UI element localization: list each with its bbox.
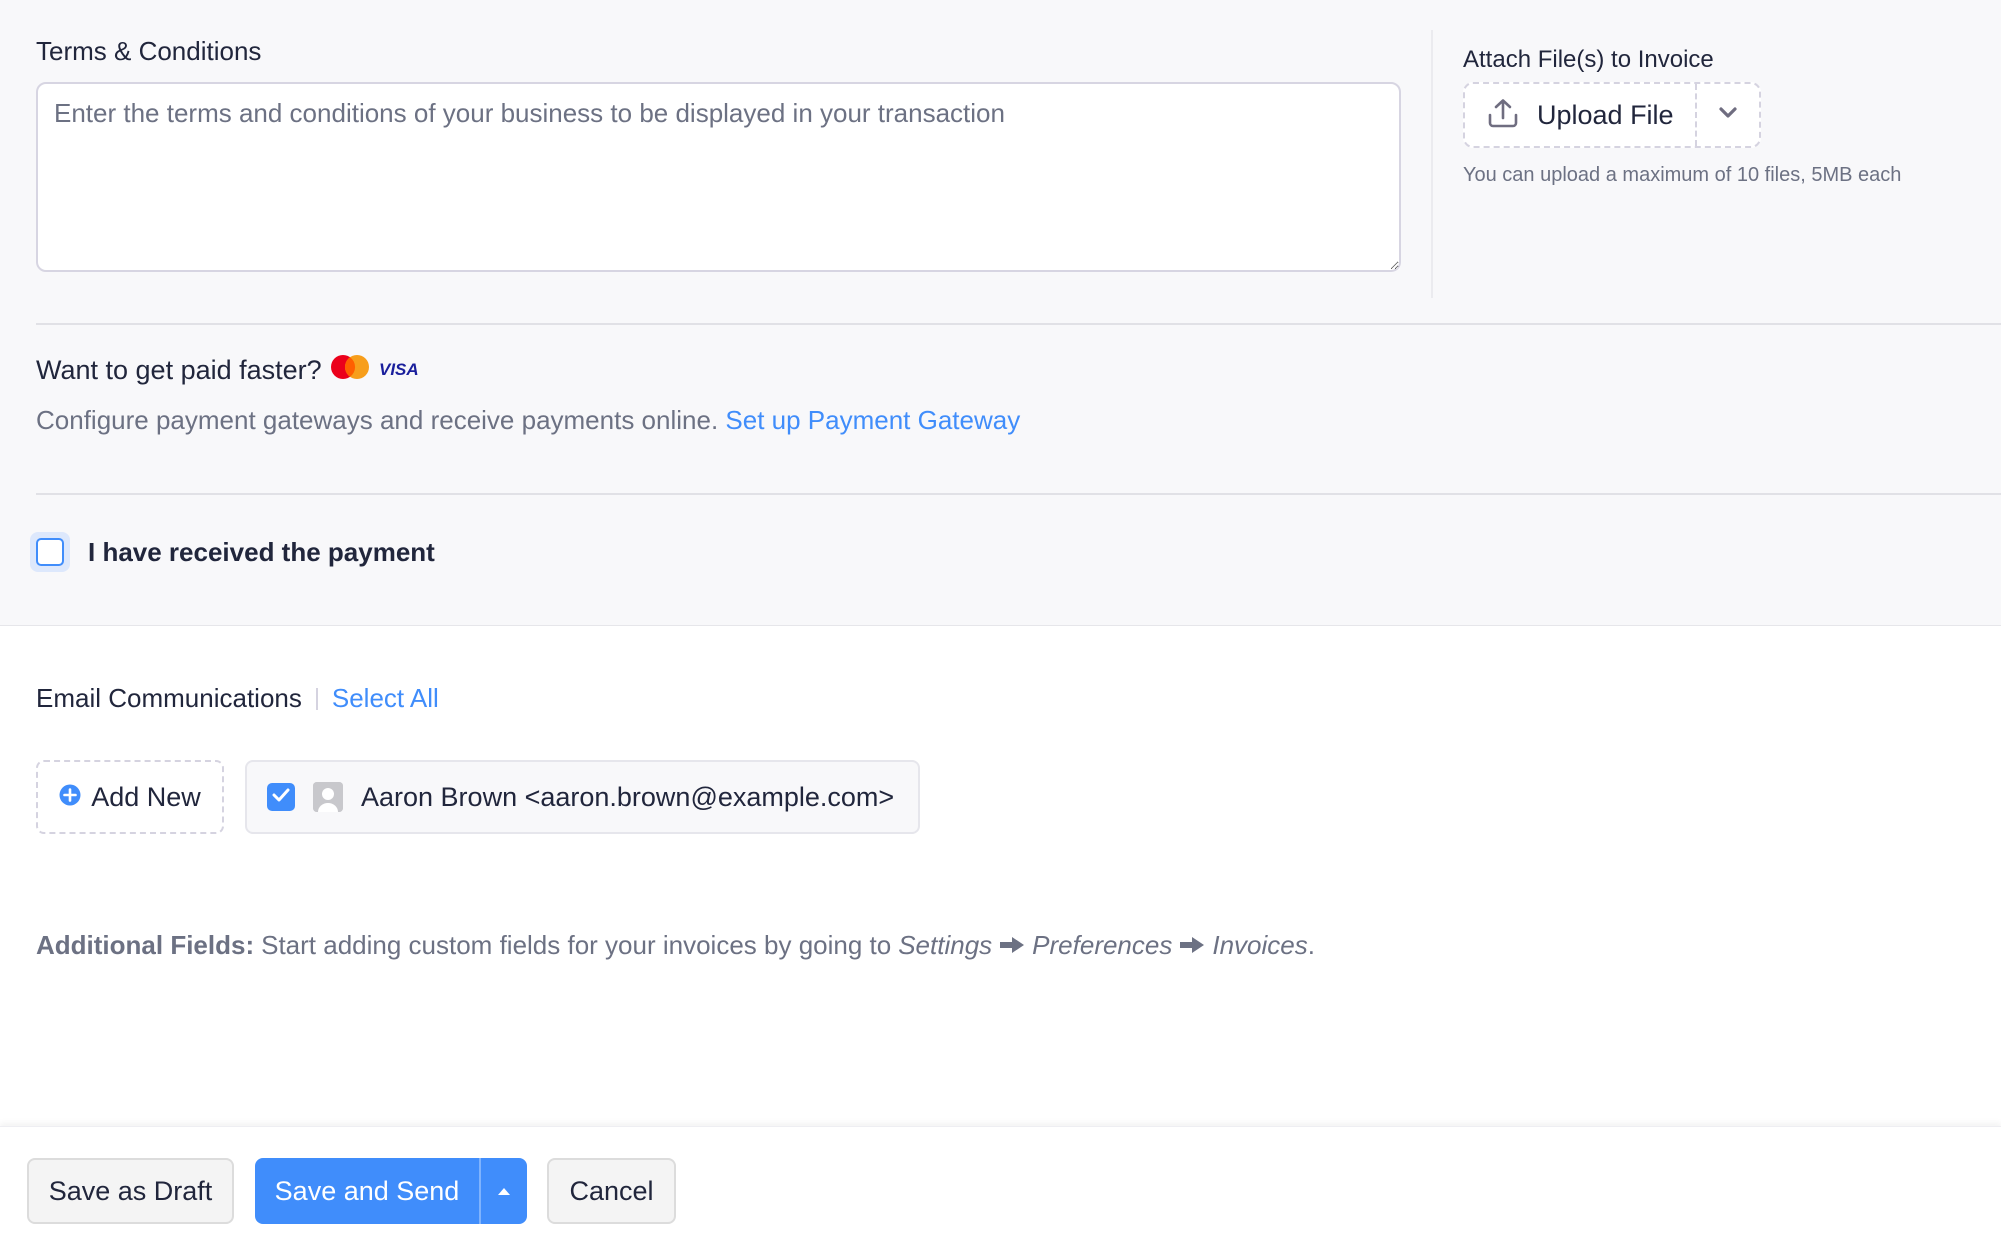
chevron-down-icon (1718, 106, 1738, 125)
checkmark-icon (272, 788, 290, 807)
footer-action-bar: Save as Draft Save and Send Cancel (0, 1126, 2001, 1250)
avatar (313, 782, 343, 812)
upload-icon (1487, 98, 1519, 133)
payment-received-row: I have received the payment (30, 532, 435, 572)
payment-gateway-description: Configure payment gateways and receive p… (36, 405, 1020, 436)
additional-fields-note: Additional Fields: Start adding custom f… (36, 930, 1315, 961)
additional-fields-text: Start adding custom fields for your invo… (261, 930, 892, 960)
setup-payment-gateway-link[interactable]: Set up Payment Gateway (725, 405, 1020, 435)
section-divider (36, 323, 2001, 325)
section-divider (36, 493, 2001, 495)
arrow-right-icon (1179, 930, 1205, 961)
payment-gateway-promo: Want to get paid faster? VISA (36, 354, 418, 387)
attach-files-label: Attach File(s) to Invoice (1463, 46, 1714, 73)
svg-text:VISA: VISA (379, 360, 418, 379)
paid-faster-heading: Want to get paid faster? (36, 355, 322, 385)
column-divider (1431, 30, 1433, 298)
terms-textarea[interactable] (36, 82, 1401, 272)
add-new-contact-button[interactable]: Add New (36, 760, 224, 834)
contact-checkbox[interactable] (267, 783, 295, 811)
payment-gateway-text: Configure payment gateways and receive p… (36, 405, 719, 435)
mastercard-icon (330, 354, 370, 387)
plus-circle-icon (59, 782, 81, 813)
payment-received-checkbox[interactable] (30, 532, 70, 572)
payment-received-label[interactable]: I have received the payment (88, 537, 435, 568)
save-as-draft-button[interactable]: Save as Draft (27, 1158, 234, 1224)
contact-display: Aaron Brown <aaron.brown@example.com> (361, 781, 895, 812)
upload-file-button-group: Upload File (1463, 82, 1761, 148)
additional-fields-label: Additional Fields: (36, 930, 255, 960)
user-icon (313, 782, 343, 812)
visa-icon: VISA (378, 355, 419, 386)
header-separator (315, 687, 318, 710)
upload-options-dropdown[interactable] (1697, 84, 1759, 146)
email-communications-title: Email Communications (36, 683, 302, 713)
save-and-send-button[interactable]: Save and Send (255, 1158, 481, 1224)
terms-label: Terms & Conditions (36, 36, 262, 66)
cancel-button[interactable]: Cancel (547, 1158, 676, 1224)
caret-up-icon (498, 1187, 510, 1195)
path-invoices: Invoices (1212, 930, 1308, 960)
arrow-right-icon (999, 930, 1025, 961)
save-options-dropdown[interactable] (481, 1158, 527, 1224)
upload-file-button[interactable]: Upload File (1465, 84, 1697, 146)
email-communications-header: Email Communications Select All (36, 683, 439, 714)
checkbox-box (36, 538, 64, 566)
contact-chip: Aaron Brown <aaron.brown@example.com> (245, 760, 920, 834)
path-settings: Settings (898, 930, 993, 960)
select-all-link[interactable]: Select All (332, 683, 439, 714)
period: . (1307, 930, 1315, 960)
add-new-label: Add New (91, 781, 201, 812)
save-and-send-button-group: Save and Send (255, 1158, 527, 1224)
path-preferences: Preferences (1032, 930, 1173, 960)
upload-hint: You can upload a maximum of 10 files, 5M… (1463, 164, 1902, 186)
upload-file-label: Upload File (1537, 99, 1674, 130)
